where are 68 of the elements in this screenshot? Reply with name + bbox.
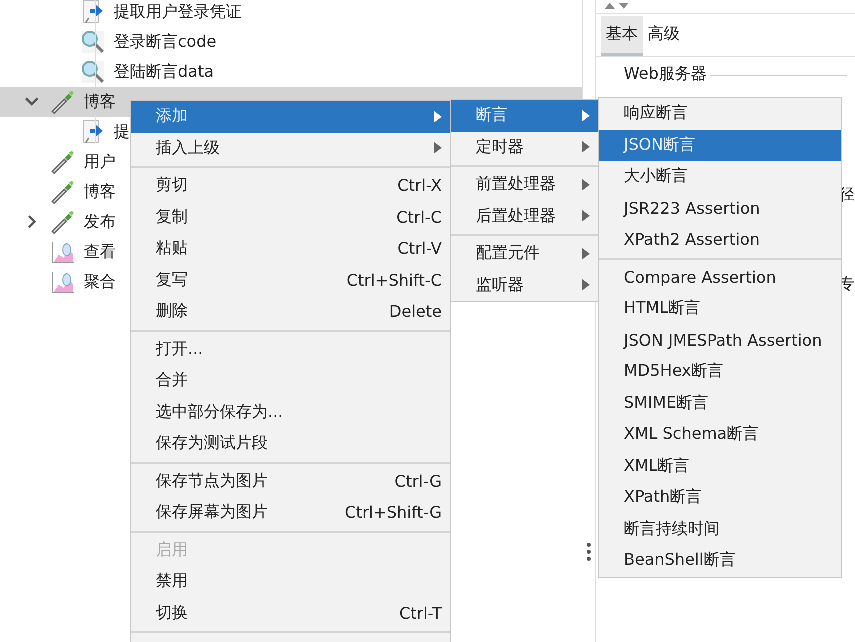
menu-item[interactable]: 前置处理器 [451, 169, 598, 200]
chart-icon [50, 269, 76, 295]
menu-item[interactable]: 添加 [131, 101, 450, 132]
menu-item[interactable]: 断言 [451, 100, 598, 132]
menu-item[interactable]: 保存屏幕为图片 Ctrl+Shift-G [131, 497, 450, 528]
menu-item[interactable]: 保存节点为图片 Ctrl-G [131, 466, 450, 497]
tree-item[interactable]: 用户 [84, 152, 116, 172]
submenu-arrow-icon [582, 210, 590, 222]
magnifier-icon [80, 59, 106, 85]
tree-item[interactable]: 发布 [84, 212, 116, 232]
menu-item[interactable]: XML Schema断言 [599, 419, 841, 450]
submenu-arrow-icon [582, 279, 590, 292]
menu-item[interactable]: 复制 Ctrl-C [131, 202, 450, 233]
menu-item[interactable]: 监听器 [451, 270, 598, 301]
tree-item[interactable]: 博客 [84, 182, 116, 202]
submenu-arrow-icon [434, 110, 442, 123]
menu-item[interactable]: 剪切 Ctrl-X [131, 170, 450, 202]
menu-item[interactable]: XPath2 Assertion [599, 224, 841, 256]
tree-item[interactable]: 博客 [84, 92, 116, 112]
splitter-grip-icon[interactable] [586, 542, 592, 562]
pipette-icon [50, 179, 76, 205]
menu-item[interactable]: 大小断言 [599, 161, 841, 192]
menu-item[interactable]: Compare Assertion [599, 262, 841, 293]
tree-item[interactable]: 提 [114, 122, 130, 142]
tree-item[interactable]: 登陆断言data [114, 62, 214, 82]
menu-item[interactable]: 后置处理器 [451, 200, 598, 232]
menu-item[interactable]: 粘贴 Ctrl-V [131, 233, 450, 264]
submenu-arrow-icon [582, 141, 590, 154]
submenu-arrow-icon [434, 142, 442, 154]
menu-item[interactable]: 打开... [131, 334, 450, 365]
menu-item[interactable]: 响应断言 [599, 98, 841, 130]
menu-item[interactable]: JSON断言 [599, 130, 841, 161]
up-down-arrows-icon[interactable] [604, 2, 630, 10]
menu-item[interactable]: XPath断言 [599, 482, 841, 514]
chart-icon [50, 239, 76, 265]
tree-item[interactable]: 查看 [84, 242, 116, 262]
menu-item[interactable]: 保存为测试片段 [131, 428, 450, 460]
menu-item[interactable]: 删除 Delete [131, 296, 450, 328]
menu-item[interactable]: MD5Hex断言 [599, 356, 841, 388]
menu-item[interactable]: HTML断言 [599, 293, 841, 324]
expand-chevron-icon[interactable] [28, 215, 36, 229]
pipette-icon [50, 209, 76, 235]
pipette-icon [50, 149, 76, 175]
menu-item[interactable]: XML断言 [599, 450, 841, 482]
tree-item[interactable]: 提取用户登录凭证 [114, 2, 242, 22]
tab[interactable]: 高级 [643, 16, 685, 56]
menu-item[interactable]: 切换 Ctrl-T [131, 598, 450, 629]
menu-item[interactable]: BeanShell断言 [599, 545, 841, 576]
tree-item[interactable]: 登录断言code [114, 32, 217, 52]
menu-item[interactable]: 复写 Ctrl+Shift-C [131, 264, 450, 296]
menu-item[interactable]: 断言持续时间 [599, 514, 841, 545]
menu-item[interactable]: 配置元件 [451, 238, 598, 270]
menu-item[interactable]: 合并 [131, 365, 450, 396]
menu-item[interactable]: 选中部分保存为... [131, 396, 450, 428]
menu-item[interactable]: JSR223 Assertion [599, 192, 841, 224]
menu-item[interactable]: 定时器 [451, 132, 598, 163]
collapse-chevron-icon[interactable] [25, 97, 39, 107]
menu-item[interactable]: 插入上级 [131, 132, 450, 164]
menu-item[interactable]: 禁用 [131, 566, 450, 598]
tree-item[interactable]: 聚合 [84, 272, 116, 292]
menu-item[interactable]: JSON JMESPath Assertion [599, 324, 841, 356]
menu-item[interactable]: SMIME断言 [599, 388, 841, 419]
tab[interactable]: 基本 [601, 16, 643, 56]
submenu-arrow-icon [582, 248, 590, 260]
submenu-arrow-icon [582, 178, 590, 191]
magnifier-icon [80, 29, 106, 55]
submenu-arrow-icon [582, 110, 590, 122]
group-title: Web服务器 [621, 64, 710, 83]
